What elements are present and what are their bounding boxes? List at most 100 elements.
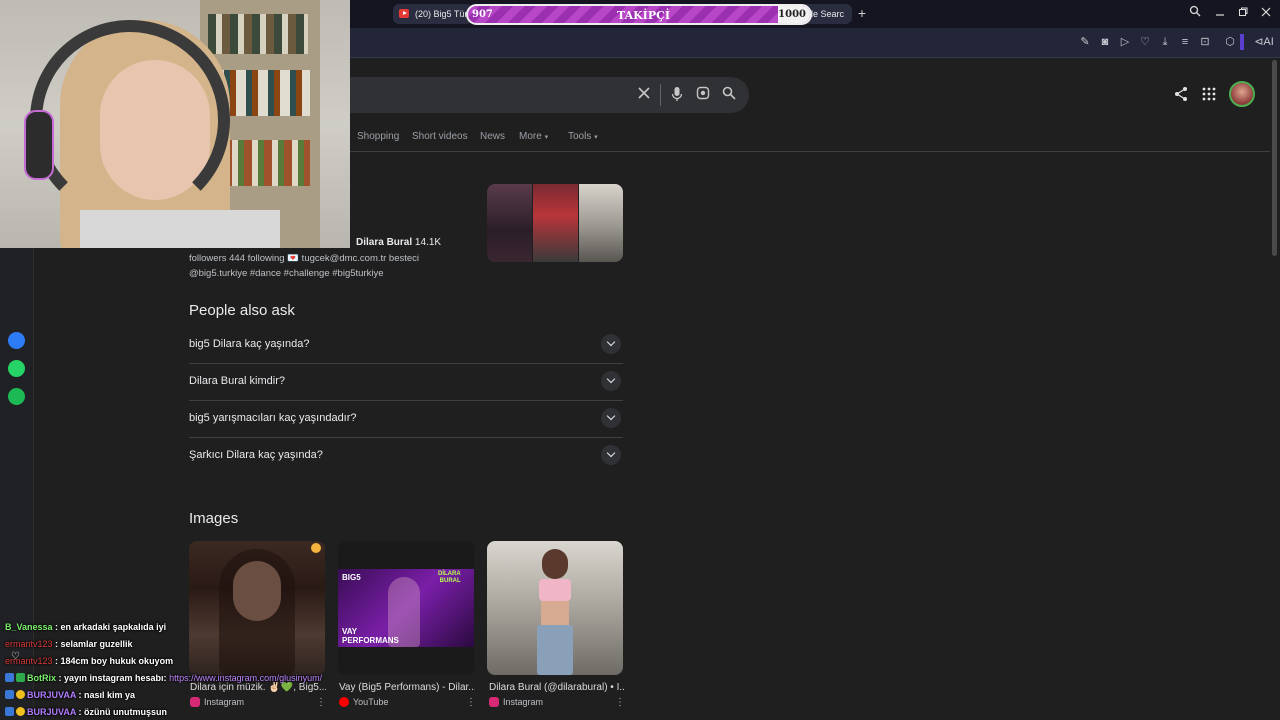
image-head xyxy=(542,549,568,579)
chevron-down-icon xyxy=(601,334,621,354)
result-snippet-line3: @big5.turkiye #dance #challenge #big5tur… xyxy=(189,268,384,279)
paa-question[interactable]: big5 Dilara kaç yaşında? xyxy=(189,327,623,364)
heart-icon[interactable]: ♡ xyxy=(1137,34,1153,50)
moderator-badge-icon xyxy=(5,707,14,716)
search-tabs-icon[interactable] xyxy=(1186,4,1204,22)
clear-search-icon[interactable] xyxy=(635,86,653,104)
instagram-icon xyxy=(489,697,499,707)
caret-down-icon: ▾ xyxy=(544,134,549,141)
big5-logo: BIG5 xyxy=(342,573,361,582)
heart-icon: ♡ xyxy=(11,651,20,662)
play-icon[interactable]: ▷ xyxy=(1117,34,1133,50)
chat-link[interactable]: https://www.instagram.com/glusinyum/ xyxy=(169,673,322,683)
bookshelf-books xyxy=(224,140,310,186)
follower-goal-bar: 907 TAKİPÇİ 1000 xyxy=(466,4,812,25)
image-caption[interactable]: Vay (Big5 Performans) - Dilar... xyxy=(339,682,475,693)
goal-label: TAKİPÇİ xyxy=(617,9,670,22)
tab-news[interactable]: News xyxy=(480,131,505,142)
whatsapp-icon[interactable] xyxy=(8,360,25,377)
thumbnail-photo xyxy=(533,184,578,262)
more-options-icon[interactable]: ⋮ xyxy=(316,697,326,708)
image-caption[interactable]: Dilara için müzik. ✌🏻💚, Big5... xyxy=(190,682,326,693)
share-icon[interactable] xyxy=(1173,86,1191,104)
download-icon[interactable]: ⤓ xyxy=(1157,34,1173,50)
apps-grid-icon[interactable] xyxy=(1202,87,1218,103)
paa-question[interactable]: Şarkıcı Dilara kaç yaşında? xyxy=(189,438,623,475)
image-result[interactable] xyxy=(487,541,623,675)
chevron-down-icon xyxy=(601,371,621,391)
search-icon[interactable] xyxy=(720,86,738,104)
edit-icon[interactable]: ✎ xyxy=(1077,34,1093,50)
image-torso xyxy=(541,601,569,625)
paa-question[interactable]: big5 yarışmacıları kaç yaşındadır? xyxy=(189,401,623,438)
subscriber-badge-icon xyxy=(16,707,25,716)
moderator-badge-icon xyxy=(5,673,14,682)
tab-shopping[interactable]: Shopping xyxy=(357,131,399,142)
sidebar-marker xyxy=(1240,34,1244,50)
extension-icon[interactable]: ⬡ xyxy=(1222,34,1238,50)
thumbnail-photo xyxy=(487,184,532,262)
close-icon[interactable] xyxy=(1257,4,1275,22)
chat-message: BURJUVAA : nasıl kim ya xyxy=(5,690,135,700)
image-jeans xyxy=(537,625,573,675)
youtube-icon xyxy=(399,9,409,18)
bookshelf-books xyxy=(208,14,308,54)
tabs-divider xyxy=(200,151,1270,152)
image-hair xyxy=(219,549,295,675)
camera-icon[interactable]: ◙ xyxy=(1097,34,1113,50)
headset xyxy=(30,20,230,220)
image-source[interactable]: YouTube xyxy=(339,697,388,707)
new-tab-button[interactable]: + xyxy=(853,4,871,22)
image-result[interactable] xyxy=(189,541,325,675)
result-thumbnail[interactable] xyxy=(487,184,623,262)
avatar[interactable] xyxy=(1229,81,1255,107)
restore-icon[interactable] xyxy=(1234,4,1252,22)
tab-tools[interactable]: Tools ▾ xyxy=(568,131,598,142)
chevron-down-icon xyxy=(601,445,621,465)
moderator-badge-icon xyxy=(5,690,14,699)
caret-down-icon: ▾ xyxy=(594,134,598,141)
scrollbar-thumb[interactable] xyxy=(1272,60,1277,256)
ai-button[interactable]: ⊲AI xyxy=(1253,34,1275,50)
webcam-overlay xyxy=(0,0,350,248)
instagram-icon xyxy=(190,697,200,707)
people-also-ask-title: People also ask xyxy=(189,302,295,319)
lens-icon[interactable] xyxy=(694,86,712,104)
microphone-icon[interactable] xyxy=(668,86,686,104)
image-source[interactable]: Instagram xyxy=(190,697,244,707)
result-snippet-line2: followers 444 following 💌 tugcek@dmc.com… xyxy=(189,253,420,264)
image-caption[interactable]: Dilara Bural (@dilarabural) • I... xyxy=(489,682,625,693)
browser-tab[interactable]: (20) Big5 Türkiy xyxy=(393,4,473,24)
video-subtitle-overlay: VAY PERFORMANS xyxy=(342,627,399,645)
image-light xyxy=(311,543,321,553)
messenger-icon[interactable] xyxy=(8,332,25,349)
chat-message: BotRix : yayın instagram hesabı: https:/… xyxy=(5,673,322,683)
images-section-title: Images xyxy=(189,510,239,527)
image-source[interactable]: Instagram xyxy=(489,697,543,707)
chat-message: BURJUVAA : özünü unutmuşsun xyxy=(5,707,167,717)
chevron-down-icon xyxy=(601,408,621,428)
video-title-overlay: DİLARA BURAL xyxy=(438,571,461,584)
lock-icon[interactable]: ⊡ xyxy=(1197,34,1213,50)
bot-badge-icon xyxy=(16,673,25,682)
tab-short-videos[interactable]: Short videos xyxy=(412,131,468,142)
more-options-icon[interactable]: ⋮ xyxy=(466,697,476,708)
goal-current: 907 xyxy=(472,9,493,20)
youtube-icon xyxy=(339,697,349,707)
image-result[interactable]: BIG5 DİLARA BURAL VAY PERFORMANS xyxy=(338,541,474,675)
paa-question[interactable]: Dilara Bural kimdir? xyxy=(189,364,623,401)
result-snippet-line1: Dilara Bural 14.1K xyxy=(356,237,442,248)
goal-target: 1000 xyxy=(778,9,806,20)
subscriber-badge-icon xyxy=(16,690,25,699)
image-top xyxy=(539,579,571,601)
more-options-icon[interactable]: ⋮ xyxy=(615,697,625,708)
chat-message: ermantv123 : selamlar guzellik xyxy=(5,639,133,649)
menu-icon[interactable]: ≡ xyxy=(1177,34,1193,50)
chat-message: B_Vanessa : en arkadaki şapkalıda iyi xyxy=(5,622,167,632)
chat-message: ermantv123 : 184cm boy hukuk okuyom xyxy=(5,656,174,666)
headset-earcup xyxy=(24,110,54,180)
tab-more[interactable]: More ▾ xyxy=(519,131,548,142)
minimize-icon[interactable] xyxy=(1211,4,1229,22)
spotify-icon[interactable] xyxy=(8,388,25,405)
thumbnail-photo xyxy=(579,184,623,262)
